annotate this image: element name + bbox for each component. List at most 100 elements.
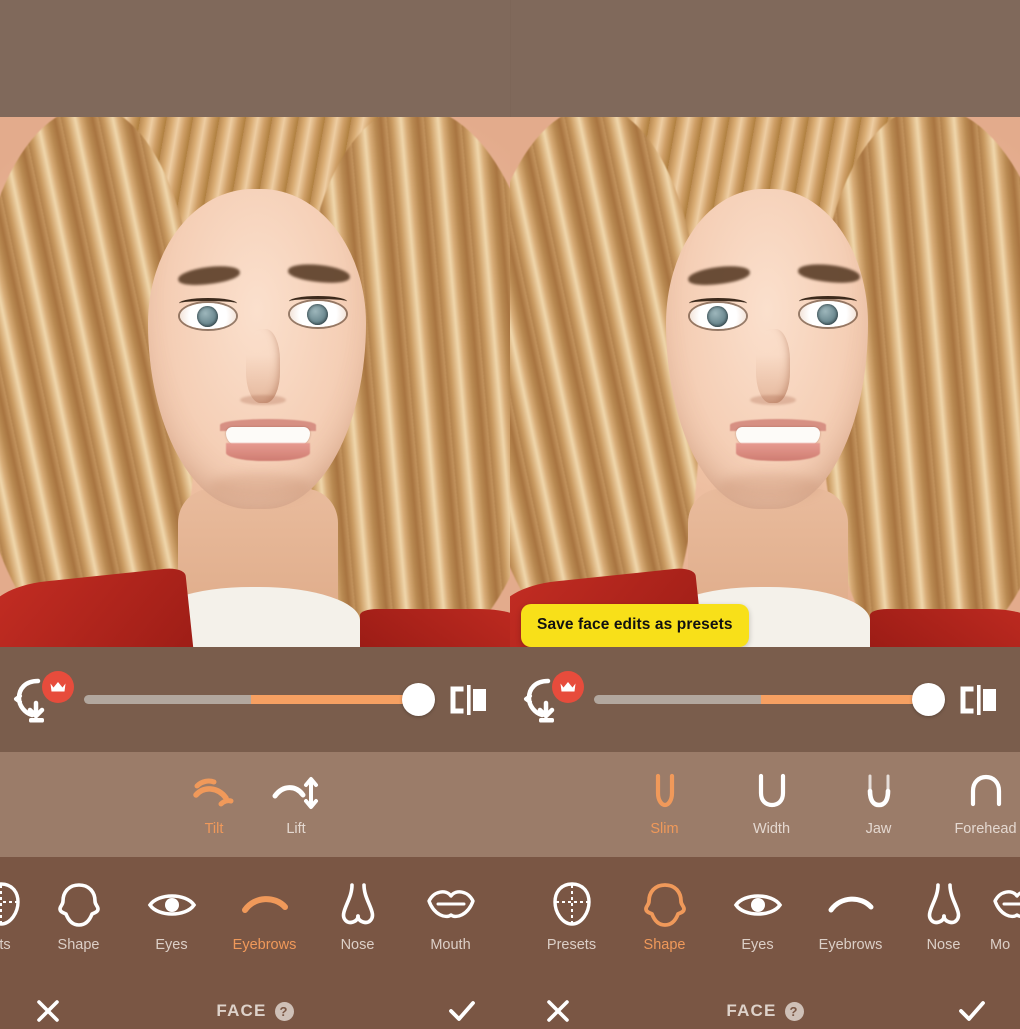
premium-crown-badge-right — [552, 671, 584, 703]
suboption-label: Forehead — [954, 820, 1017, 837]
right-slider-row — [510, 647, 1020, 752]
intensity-slider-right[interactable] — [594, 647, 945, 752]
nav-item-nose-right[interactable]: Nose — [897, 879, 990, 953]
left-panel: Tilt Lift ts Shape Eyes Eyebrows Nose Mo… — [0, 117, 510, 1029]
footer-title-right: FACE ? — [510, 1001, 1020, 1021]
close-icon — [37, 1000, 59, 1022]
before-after-compare-icon — [960, 685, 996, 715]
eyebrow-icon — [804, 879, 897, 931]
eyebrow-tilt-icon — [173, 773, 255, 813]
mouth — [216, 417, 320, 461]
eye-icon — [711, 879, 804, 931]
crown-icon — [560, 682, 576, 692]
page-title: FACE — [726, 1001, 777, 1020]
checkmark-icon — [959, 1001, 985, 1021]
help-icon[interactable]: ? — [274, 1001, 294, 1021]
suboption-jaw[interactable]: Jaw — [844, 773, 913, 837]
mouth-icon — [990, 879, 1020, 931]
tooltip-tail — [537, 645, 557, 647]
suboption-tilt[interactable]: Tilt — [173, 773, 255, 837]
left-slider-row — [0, 647, 510, 752]
presets-face-grid-icon — [525, 879, 618, 931]
nav-item-mouth-left[interactable]: Mouth — [404, 879, 497, 953]
eye-icon — [125, 879, 218, 931]
premium-crown-badge-left — [42, 671, 74, 703]
checkmark-icon — [449, 1001, 475, 1021]
nav-item-eyebrows-left[interactable]: Eyebrows — [218, 879, 311, 953]
cancel-button-left[interactable] — [28, 991, 68, 1029]
suboption-forehead[interactable]: Forehead — [951, 773, 1020, 837]
nav-item-label: ets — [0, 937, 11, 953]
nav-item-label: Mouth — [430, 937, 471, 953]
suboption-width[interactable]: Width — [737, 773, 806, 837]
eyebrow-icon — [218, 879, 311, 931]
iris-left — [707, 306, 728, 327]
mouth — [726, 417, 830, 461]
right-panel: Save face edits as presets Slim Width Ja… — [510, 117, 1020, 1029]
lower-lip — [226, 443, 310, 461]
tooltip-text: Save face edits as presets — [537, 616, 733, 633]
nav-item-eyes-right[interactable]: Eyes — [711, 879, 804, 953]
slider-track[interactable] — [84, 683, 435, 716]
right-footer: FACE ? — [510, 975, 1020, 1029]
compare-button-right[interactable] — [938, 647, 1020, 752]
nav-item-eyes-left[interactable]: Eyes — [125, 879, 218, 953]
face-slim-icon — [630, 773, 699, 813]
panel-divider — [510, 0, 511, 117]
nav-item-presets-right[interactable]: Presets — [525, 879, 618, 953]
eyelash-right — [289, 296, 347, 307]
nostrils — [750, 395, 796, 405]
help-icon[interactable]: ? — [784, 1001, 804, 1021]
nav-item-shape-right[interactable]: Shape — [618, 879, 711, 953]
cancel-button-right[interactable] — [538, 991, 578, 1029]
slider-fill — [761, 695, 928, 704]
compare-button-left[interactable] — [428, 647, 510, 752]
save-preset-button-right[interactable] — [510, 647, 594, 752]
right-suboption-row: Slim Width Jaw Forehead — [510, 752, 1020, 857]
chin-shadow — [210, 473, 310, 499]
shirt-red-right — [360, 609, 510, 647]
nose — [756, 329, 790, 403]
nav-item-label: Presets — [546, 937, 597, 953]
nav-item-eyebrows-right[interactable]: Eyebrows — [804, 879, 897, 953]
nav-item-mouth-right[interactable]: Mo — [990, 879, 1020, 953]
slider-fill — [251, 695, 418, 704]
intensity-slider-left[interactable] — [84, 647, 435, 752]
nav-item-presets-left[interactable]: ets — [0, 879, 32, 953]
mouth-icon — [404, 879, 497, 931]
face-shape-icon — [618, 879, 711, 931]
nav-item-label: Mo — [990, 937, 1011, 953]
suboption-slim[interactable]: Slim — [630, 773, 699, 837]
confirm-button-right[interactable] — [952, 991, 992, 1029]
nav-item-label: Eyes — [741, 937, 774, 953]
suboption-label: Lift — [286, 820, 306, 837]
eyelash-left — [179, 298, 237, 309]
nav-item-nose-left[interactable]: Nose — [311, 879, 404, 953]
portrait-photo-right[interactable]: Save face edits as presets — [510, 117, 1020, 647]
eyebrow-lift-icon — [255, 773, 337, 813]
top-chrome-band — [0, 0, 1020, 117]
nav-item-label: Shape — [57, 937, 100, 953]
shirt-red-right — [870, 609, 1020, 647]
iris-left — [197, 306, 218, 327]
footer-title-left: FACE ? — [0, 1001, 510, 1021]
portrait-photo-left[interactable] — [0, 117, 510, 647]
lower-lip — [736, 443, 820, 461]
slider-track[interactable] — [594, 683, 945, 716]
dual-panel-container: Tilt Lift ts Shape Eyes Eyebrows Nose Mo… — [0, 117, 1020, 1029]
left-suboption-row: Tilt Lift — [0, 752, 510, 857]
nav-item-label: Nose — [340, 937, 375, 953]
face-forehead-icon — [951, 773, 1020, 813]
suboption-label: Tilt — [204, 820, 224, 837]
nav-item-shape-left[interactable]: Shape — [32, 879, 125, 953]
suboption-label: Jaw — [865, 820, 892, 837]
presets-face-grid-icon — [0, 879, 32, 931]
confirm-button-left[interactable] — [442, 991, 482, 1029]
suboption-lift[interactable]: Lift — [255, 773, 337, 837]
save-preset-button-left[interactable] — [0, 647, 84, 752]
iris-right — [817, 304, 838, 325]
nostrils — [240, 395, 286, 405]
save-preset-tooltip[interactable]: Save face edits as presets — [521, 604, 749, 647]
nav-item-label: Shape — [643, 937, 686, 953]
left-footer: FACE ? — [0, 975, 510, 1029]
